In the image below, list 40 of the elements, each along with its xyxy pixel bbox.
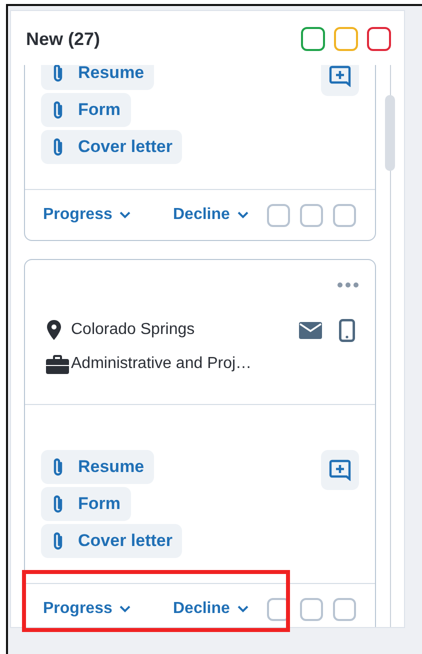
chevron-down-icon bbox=[119, 605, 132, 613]
status-filter-button[interactable] bbox=[301, 27, 325, 51]
chevron-down-icon bbox=[236, 211, 249, 219]
rating-box[interactable] bbox=[300, 204, 323, 226]
add-note-button[interactable] bbox=[321, 450, 359, 490]
rating-box[interactable] bbox=[300, 598, 323, 620]
phone-icon[interactable] bbox=[339, 318, 355, 342]
action-dropdown[interactable]: Decline bbox=[173, 600, 249, 618]
scrollbar-thumb[interactable] bbox=[385, 95, 395, 171]
attachment-chip[interactable]: Resume bbox=[41, 450, 154, 484]
more-icon[interactable] bbox=[337, 282, 359, 288]
location-text: Colorado Springs bbox=[71, 321, 195, 339]
action-dropdown[interactable]: Progress bbox=[43, 600, 173, 618]
briefcase-icon bbox=[46, 354, 69, 374]
attachment-chip[interactable]: Resume bbox=[41, 65, 154, 90]
attachment-chip[interactable]: Cover letter bbox=[41, 130, 182, 164]
attachment-chip[interactable]: Form bbox=[41, 487, 130, 521]
action-dropdown[interactable]: Progress bbox=[43, 206, 173, 224]
paperclip-icon bbox=[51, 531, 65, 551]
add-note-button[interactable] bbox=[321, 65, 359, 96]
rating-box[interactable] bbox=[332, 598, 356, 620]
email-icon[interactable] bbox=[299, 322, 322, 338]
add-comment-icon bbox=[329, 459, 351, 481]
attachment-chip[interactable]: Form bbox=[41, 93, 130, 127]
job-title-text: Administrative and Proj… bbox=[71, 355, 252, 373]
rating-box[interactable] bbox=[332, 204, 356, 226]
attachment-chip[interactable]: Cover letter bbox=[41, 524, 182, 558]
paperclip-icon bbox=[51, 137, 65, 157]
paperclip-icon bbox=[51, 100, 65, 120]
paperclip-icon bbox=[51, 65, 65, 83]
chevron-down-icon bbox=[119, 211, 132, 219]
paperclip-icon bbox=[51, 457, 65, 477]
column-title: New (27) bbox=[26, 28, 100, 50]
status-filter-button[interactable] bbox=[367, 27, 391, 51]
action-dropdown[interactable]: Decline bbox=[173, 206, 249, 224]
add-comment-icon bbox=[329, 65, 351, 87]
paperclip-icon bbox=[51, 494, 65, 514]
chevron-down-icon bbox=[236, 605, 249, 613]
rating-box[interactable] bbox=[266, 204, 290, 226]
location-pin-icon bbox=[47, 320, 61, 340]
